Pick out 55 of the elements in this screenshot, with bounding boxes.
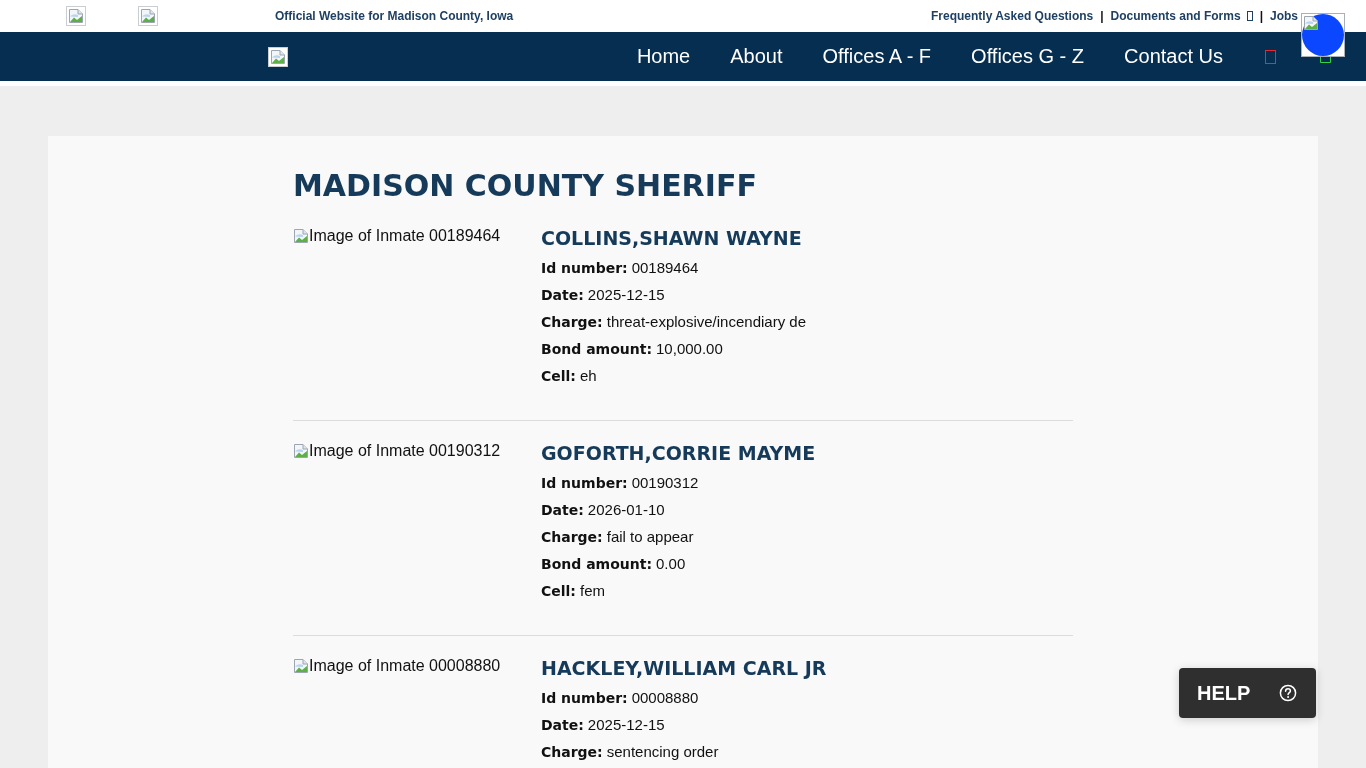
field-label: Bond amount: (541, 555, 653, 574)
link-separator: | (1100, 9, 1104, 23)
field-label: Id number: (541, 474, 628, 493)
field-value: 00190312 (631, 473, 699, 493)
top-link[interactable]: Documents and Forms (1110, 9, 1253, 23)
field-label: Charge: (541, 313, 603, 332)
field-value: 2025-12-15 (587, 715, 665, 735)
field-label: Cell: (541, 582, 576, 601)
glyph-box-icon[interactable] (1320, 55, 1331, 63)
field-label: Cell: (541, 367, 576, 386)
field-value: fem (579, 581, 605, 601)
broken-image-icon (293, 658, 309, 674)
field-value: 0.00 (656, 554, 686, 574)
top-link[interactable]: Frequently Asked Questions (930, 9, 1094, 23)
field-value: eh (579, 366, 597, 386)
top-link[interactable]: Jobs (1270, 9, 1298, 23)
image-alt-text: Image of Inmate 00190312 (309, 442, 501, 460)
inmate-name: GOFORTH,CORRIE MAYME (541, 441, 817, 466)
broken-image-icon (293, 443, 309, 459)
field-label: Id number: (541, 259, 628, 278)
link-separator: | (1259, 9, 1263, 23)
nav-link[interactable]: Home (636, 45, 691, 68)
field-label: Date: (541, 501, 584, 520)
image-alt-text: Image of Inmate 00008880 (309, 657, 501, 675)
help-icon (1279, 684, 1297, 702)
field-value: 00189464 (631, 258, 699, 278)
field-value: fail to appear (606, 527, 694, 547)
nav-link[interactable]: Offices G - Z (971, 45, 1085, 68)
site-tagline: Official Website for Madison County, Iowa (275, 9, 514, 23)
field-label: Charge: (541, 743, 603, 762)
inmate-name: HACKLEY,WILLIAM CARL JR (541, 656, 828, 681)
inmate-name: COLLINS,SHAWN WAYNE (541, 226, 803, 251)
field-label: Date: (541, 286, 584, 305)
field-value: threat-explosive/incendiary de (606, 312, 806, 332)
field-value: sentencing order (606, 742, 719, 762)
broken-image-icon[interactable] (268, 47, 288, 67)
field-value: 2026-01-10 (587, 500, 665, 520)
nav-link[interactable]: About (730, 45, 783, 68)
glyph-box-icon (1246, 11, 1253, 21)
field-value: 10,000.00 (656, 339, 723, 359)
field-value: 00008880 (631, 688, 699, 708)
field-label: Charge: (541, 528, 603, 547)
field-value: 2025-12-15 (587, 285, 665, 305)
help-button[interactable]: HELP (1179, 668, 1316, 718)
field-label: Bond amount: (541, 340, 653, 359)
image-alt-text: Image of Inmate 00189464 (309, 227, 501, 245)
broken-image-icon[interactable] (66, 6, 86, 26)
field-label: Date: (541, 716, 584, 735)
broken-image-icon[interactable] (138, 6, 158, 26)
broken-image-icon (293, 228, 309, 244)
field-label: Id number: (541, 689, 628, 708)
nav-link[interactable]: Contact Us (1124, 45, 1223, 68)
nav-link[interactable]: Offices A - F (822, 45, 932, 68)
page-title: MADISON COUNTY SHERIFF (293, 167, 758, 205)
circle-image-icon[interactable] (1301, 13, 1345, 57)
